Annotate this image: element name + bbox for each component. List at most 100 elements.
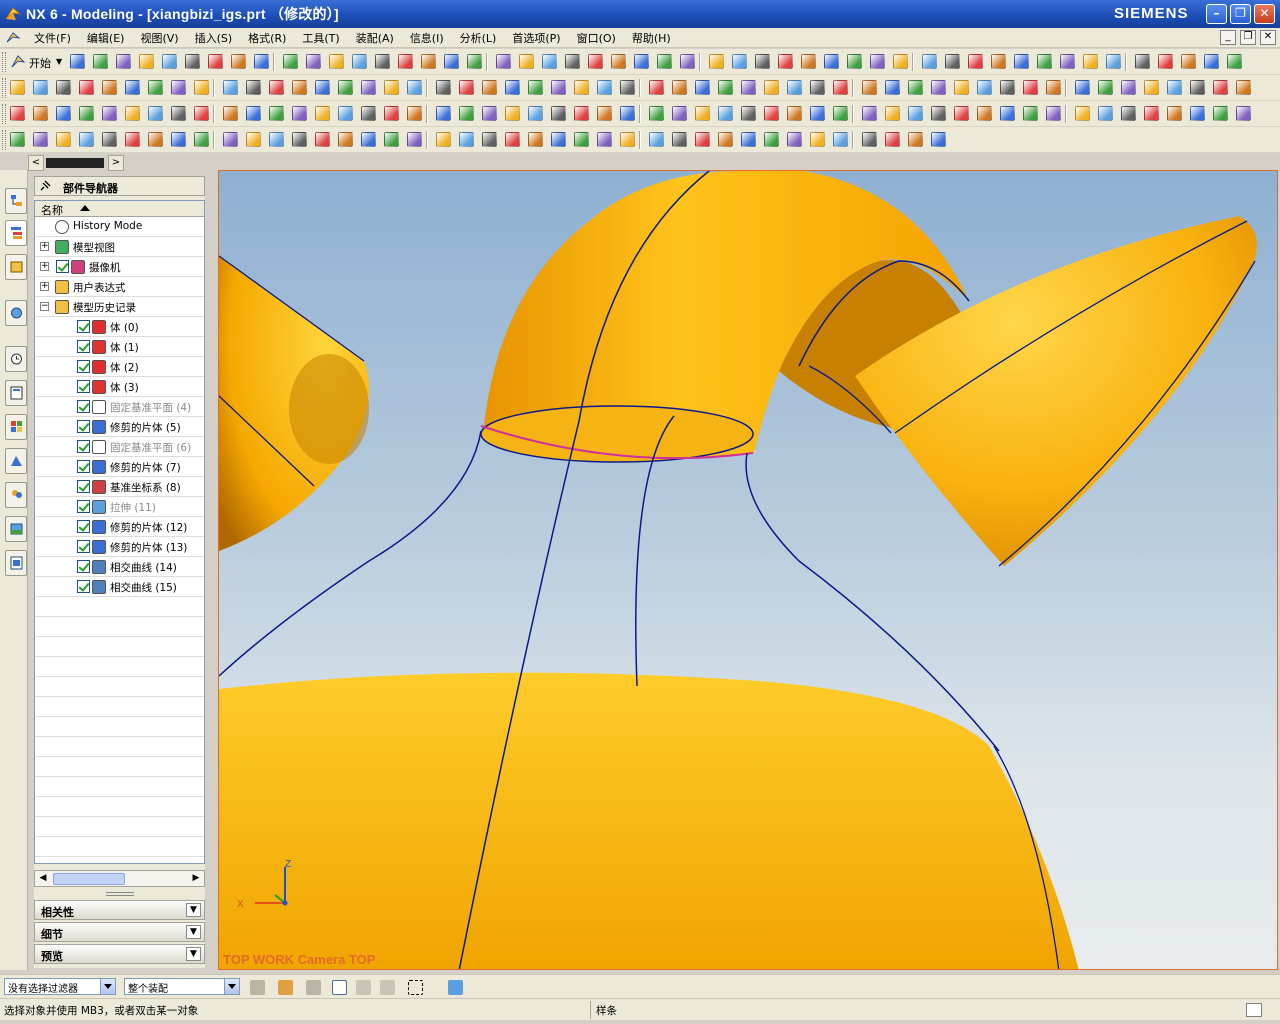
chevron-down-icon[interactable] xyxy=(100,979,115,994)
toolbar-tool-icon[interactable] xyxy=(611,54,626,69)
toolbar-tool-icon[interactable] xyxy=(945,54,960,69)
toolbar-tool-icon[interactable] xyxy=(551,132,566,147)
toolbar-tool-icon[interactable] xyxy=(1037,54,1052,69)
toolbar-tool-icon[interactable] xyxy=(1167,80,1182,95)
toolbar-tool-icon[interactable] xyxy=(1075,80,1090,95)
toolbar-tool-icon[interactable] xyxy=(741,80,756,95)
deselect-icon[interactable] xyxy=(356,980,371,995)
toolbar-tool-icon[interactable] xyxy=(649,106,664,121)
maximize-button[interactable]: ❐ xyxy=(1230,4,1251,24)
menu-analysis[interactable]: 分析(L) xyxy=(452,30,505,46)
tree-row[interactable]: 修剪的片体 (13) xyxy=(35,537,204,557)
toolbar-tool-icon[interactable] xyxy=(436,106,451,121)
toolbar-tool-icon[interactable] xyxy=(194,132,209,147)
toolbar-tool-icon[interactable] xyxy=(125,80,140,95)
chevron-down-icon[interactable]: ▼ xyxy=(186,903,201,917)
toolbar-tool-icon[interactable] xyxy=(338,106,353,121)
toolbar-tool-icon[interactable] xyxy=(407,132,422,147)
toolbar-tool-icon[interactable] xyxy=(459,80,474,95)
nx-menu-icon[interactable] xyxy=(6,31,20,45)
toolbar-tool-icon[interactable] xyxy=(908,106,923,121)
tree-row[interactable]: + 用户表达式 xyxy=(35,277,204,297)
toolbar-tool-icon[interactable] xyxy=(208,54,223,69)
toolbar-tool-icon[interactable] xyxy=(482,132,497,147)
toolbar-tool-icon[interactable] xyxy=(33,80,48,95)
visibility-checkbox[interactable] xyxy=(77,520,90,533)
toolbar-tool-icon[interactable] xyxy=(718,132,733,147)
toolbar-tool-icon[interactable] xyxy=(634,54,649,69)
toolbar-tool-icon[interactable] xyxy=(10,132,25,147)
toolbar-tool-icon[interactable] xyxy=(421,54,436,69)
toolbar-tool-icon[interactable] xyxy=(885,80,900,95)
tree-row[interactable]: 体 (1) xyxy=(35,337,204,357)
toolbar-tool-icon[interactable] xyxy=(1023,106,1038,121)
res-tab-assembly-navigator[interactable] xyxy=(5,188,27,214)
toolbar-tool-icon[interactable] xyxy=(231,54,246,69)
toolbar-tool-icon[interactable] xyxy=(79,106,94,121)
res-tab-hd3d[interactable] xyxy=(5,550,27,576)
toolbar-tool-icon[interactable] xyxy=(528,80,543,95)
toolbar-tool-icon[interactable] xyxy=(931,106,946,121)
toolbar-tool-icon[interactable] xyxy=(519,54,534,69)
toolbar-tool-icon[interactable] xyxy=(862,80,877,95)
toolbar-grip[interactable] xyxy=(2,130,6,150)
panel-dependencies[interactable]: 相关性 ▼ xyxy=(34,900,205,920)
toolbar-tool-icon[interactable] xyxy=(352,54,367,69)
toolbar-tool-icon[interactable] xyxy=(384,132,399,147)
visibility-checkbox[interactable] xyxy=(77,340,90,353)
toolbar-tool-icon[interactable] xyxy=(718,106,733,121)
toolbar-tool-icon[interactable] xyxy=(1000,106,1015,121)
toolbar-tool-icon[interactable] xyxy=(56,106,71,121)
toolbar-tool-icon[interactable] xyxy=(764,132,779,147)
toolbar-tool-icon[interactable] xyxy=(93,54,108,69)
toolbar-tool-icon[interactable] xyxy=(384,106,399,121)
toolbar-tool-icon[interactable] xyxy=(1014,54,1029,69)
quick-pick-icon[interactable] xyxy=(380,980,395,995)
toolbar-tool-icon[interactable] xyxy=(315,80,330,95)
menu-insert[interactable]: 插入(S) xyxy=(187,30,241,46)
splitter-grip[interactable] xyxy=(106,892,134,896)
toolbar-tool-icon[interactable] xyxy=(171,80,186,95)
toolbar-tool-icon[interactable] xyxy=(695,106,710,121)
select-mode-icon[interactable] xyxy=(332,980,347,995)
visibility-checkbox[interactable] xyxy=(77,400,90,413)
toolbar-tool-icon[interactable] xyxy=(862,132,877,147)
chevron-down-icon[interactable]: ▼ xyxy=(186,925,201,939)
toolbar-grip[interactable] xyxy=(2,104,6,124)
toolbar-tool-icon[interactable] xyxy=(116,54,131,69)
chevron-down-icon[interactable]: ▼ xyxy=(186,947,201,961)
toolbar-tool-icon[interactable] xyxy=(254,54,269,69)
visibility-checkbox[interactable] xyxy=(77,460,90,473)
res-tab-part-navigator[interactable] xyxy=(5,220,27,246)
toolbar-grip[interactable] xyxy=(2,78,6,98)
toolbar-tool-icon[interactable] xyxy=(1135,54,1150,69)
undo-select-icon[interactable] xyxy=(306,980,321,995)
toolbar-tool-icon[interactable] xyxy=(695,80,710,95)
toolbar-tool-icon[interactable] xyxy=(588,54,603,69)
toolbar-tool-icon[interactable] xyxy=(79,80,94,95)
toolbar-tool-icon[interactable] xyxy=(102,106,117,121)
toolbar-tool-icon[interactable] xyxy=(56,80,71,95)
toolbar-tool-icon[interactable] xyxy=(551,80,566,95)
toolbar-tool-icon[interactable] xyxy=(977,106,992,121)
toolbar-tool-icon[interactable] xyxy=(597,106,612,121)
visibility-checkbox[interactable] xyxy=(56,260,69,273)
toolbar-tool-icon[interactable] xyxy=(1236,80,1251,95)
expand-icon[interactable]: + xyxy=(40,262,49,271)
toolbar-tool-icon[interactable] xyxy=(398,54,413,69)
toolbar-tool-icon[interactable] xyxy=(977,80,992,95)
toolbar-tool-icon[interactable] xyxy=(375,54,390,69)
toolbar-tool-icon[interactable] xyxy=(246,80,261,95)
toolbar-tool-icon[interactable] xyxy=(467,54,482,69)
toolbar-tool-icon[interactable] xyxy=(870,54,885,69)
toolbar-tool-icon[interactable] xyxy=(292,106,307,121)
visibility-checkbox[interactable] xyxy=(77,560,90,573)
toolbar-tool-icon[interactable] xyxy=(1227,54,1242,69)
panel-details[interactable]: 细节 ▼ xyxy=(34,922,205,942)
tree-row[interactable]: 相交曲线 (14) xyxy=(35,557,204,577)
toolbar-tool-icon[interactable] xyxy=(764,80,779,95)
toolbar-tool-icon[interactable] xyxy=(1158,54,1173,69)
expand-icon[interactable]: + xyxy=(40,282,49,291)
toolbar-tool-icon[interactable] xyxy=(1083,54,1098,69)
toolbar-tool-icon[interactable] xyxy=(1075,106,1090,121)
